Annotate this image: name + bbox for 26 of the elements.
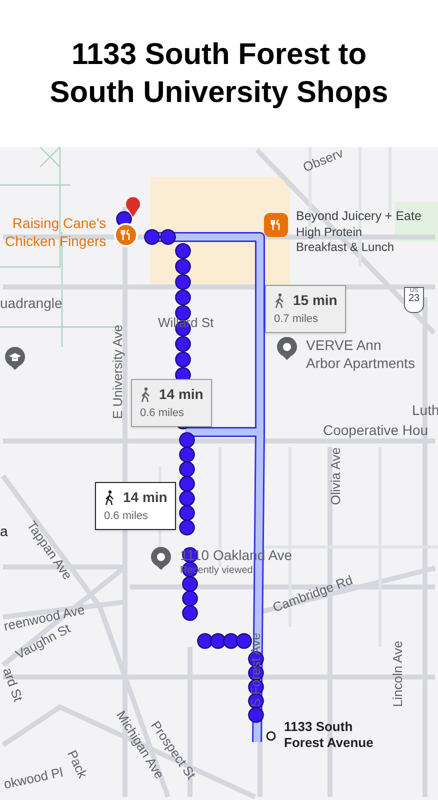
street-name: Pack bbox=[64, 747, 92, 782]
street-name: ard St bbox=[0, 665, 27, 704]
street-name: Lincoln Ave bbox=[389, 640, 406, 707]
street-name: E University Ave bbox=[109, 324, 126, 419]
place-name: a bbox=[0, 522, 8, 541]
place-subtitle: High Protein Breakfast & Lunch bbox=[296, 224, 396, 255]
route-distance: 0.7 miles bbox=[274, 312, 320, 327]
route-time: 14 min bbox=[123, 488, 168, 507]
place-name: Cooperative Hou bbox=[323, 421, 428, 440]
street-name: Observ bbox=[300, 147, 346, 177]
route-time: 14 min bbox=[159, 385, 204, 404]
street-name: okwood Pl bbox=[2, 763, 65, 794]
street-name: Olivia Ave bbox=[327, 447, 344, 505]
route-time: 15 min bbox=[293, 291, 338, 310]
place-name: Beyond Juicery + Eate bbox=[296, 209, 422, 225]
page-title: South University Shops bbox=[50, 74, 388, 110]
highway-number: 23 bbox=[408, 294, 420, 304]
place-name: Luth bbox=[412, 401, 438, 420]
route-distance: 0.6 miles bbox=[104, 509, 150, 524]
place-name: Raising Cane's Chicken Fingers bbox=[5, 215, 106, 250]
route-distance: 0.6 miles bbox=[140, 406, 186, 421]
place-name: VERVE Ann Arbor Apartments bbox=[306, 337, 415, 372]
page-title: 1133 South Forest to bbox=[71, 37, 367, 73]
destination-name: 1133 South Forest Avenue bbox=[284, 719, 374, 752]
street-name: S Forest Ave bbox=[247, 632, 264, 707]
place-name: uadrangle bbox=[0, 294, 62, 313]
